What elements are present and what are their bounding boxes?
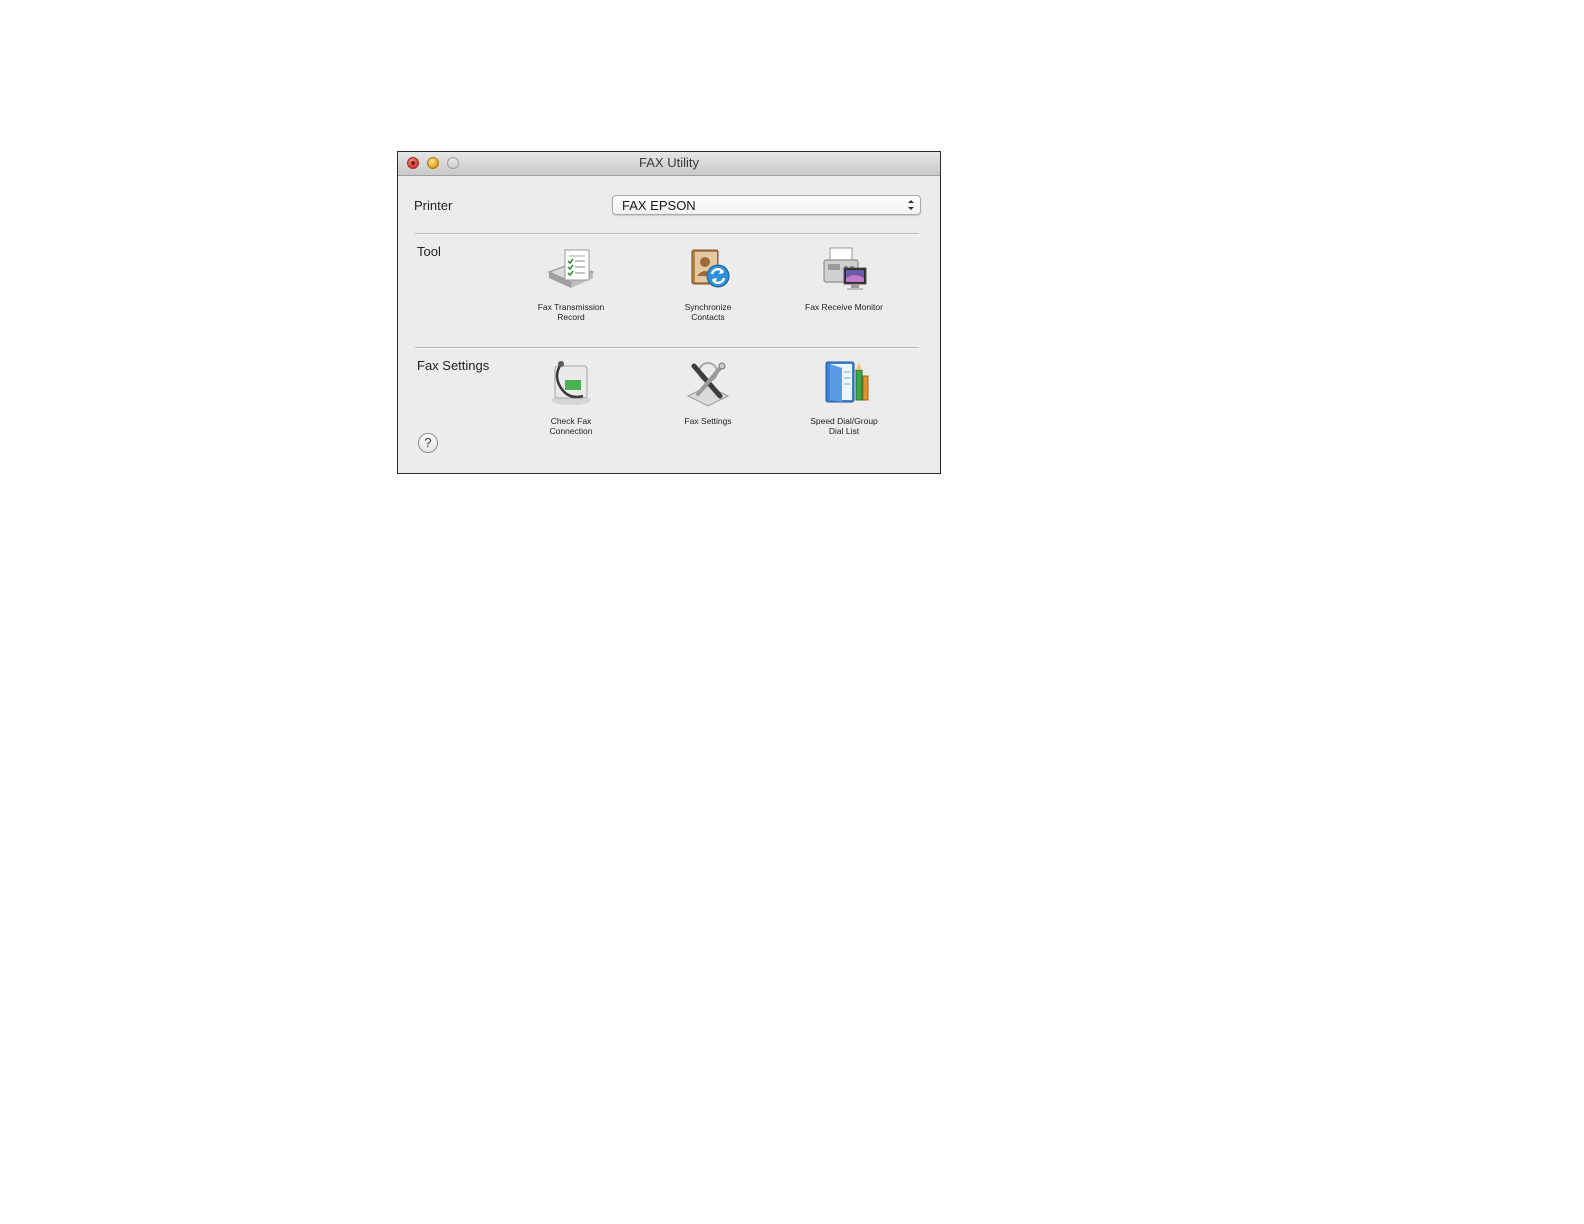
fax-receive-monitor-button[interactable]: Fax Receive Monitor: [794, 242, 894, 312]
fax-settings-icon: [686, 362, 730, 407]
printer-label: Printer: [414, 198, 453, 213]
sync-contacts-icon: [691, 249, 730, 288]
fax-record-icon: [547, 249, 595, 288]
title-bar[interactable]: FAX Utility: [398, 152, 940, 176]
fax-settings-button[interactable]: Fax Settings: [658, 356, 758, 426]
tool-label: Check Fax Connection: [549, 416, 593, 436]
printer-select-value: FAX EPSON: [622, 198, 696, 213]
tool-section-label: Tool: [417, 244, 441, 259]
fax-utility-window: FAX Utility Printer FAX EPSON Tool Fax T…: [397, 151, 941, 474]
divider-top: [415, 233, 919, 235]
synchronize-contacts-button[interactable]: Synchronize Contacts: [658, 242, 758, 322]
tool-label: Fax Transmission Record: [537, 302, 605, 322]
tool-label: Fax Settings: [684, 416, 732, 426]
tool-label: Speed Dial/Group Dial List: [810, 416, 878, 436]
tool-label: Synchronize Contacts: [684, 302, 732, 322]
speed-dial-group-dial-list-button[interactable]: Speed Dial/Group Dial List: [794, 356, 894, 436]
help-button[interactable]: ?: [418, 433, 438, 453]
check-fax-connection-button[interactable]: Check Fax Connection: [521, 356, 621, 436]
updown-arrows-icon: [908, 200, 914, 210]
window-title: FAX Utility: [639, 155, 699, 170]
speed-dial-icon: [825, 361, 869, 403]
printer-select[interactable]: FAX EPSON: [612, 195, 921, 215]
fax-transmission-record-button[interactable]: Fax Transmission Record: [521, 242, 621, 322]
fax-settings-section-label: Fax Settings: [417, 358, 490, 373]
divider-bottom: [415, 347, 919, 349]
tool-label: Fax Receive Monitor: [805, 302, 883, 312]
check-connection-icon: [551, 361, 591, 405]
fax-monitor-icon: [823, 247, 867, 290]
